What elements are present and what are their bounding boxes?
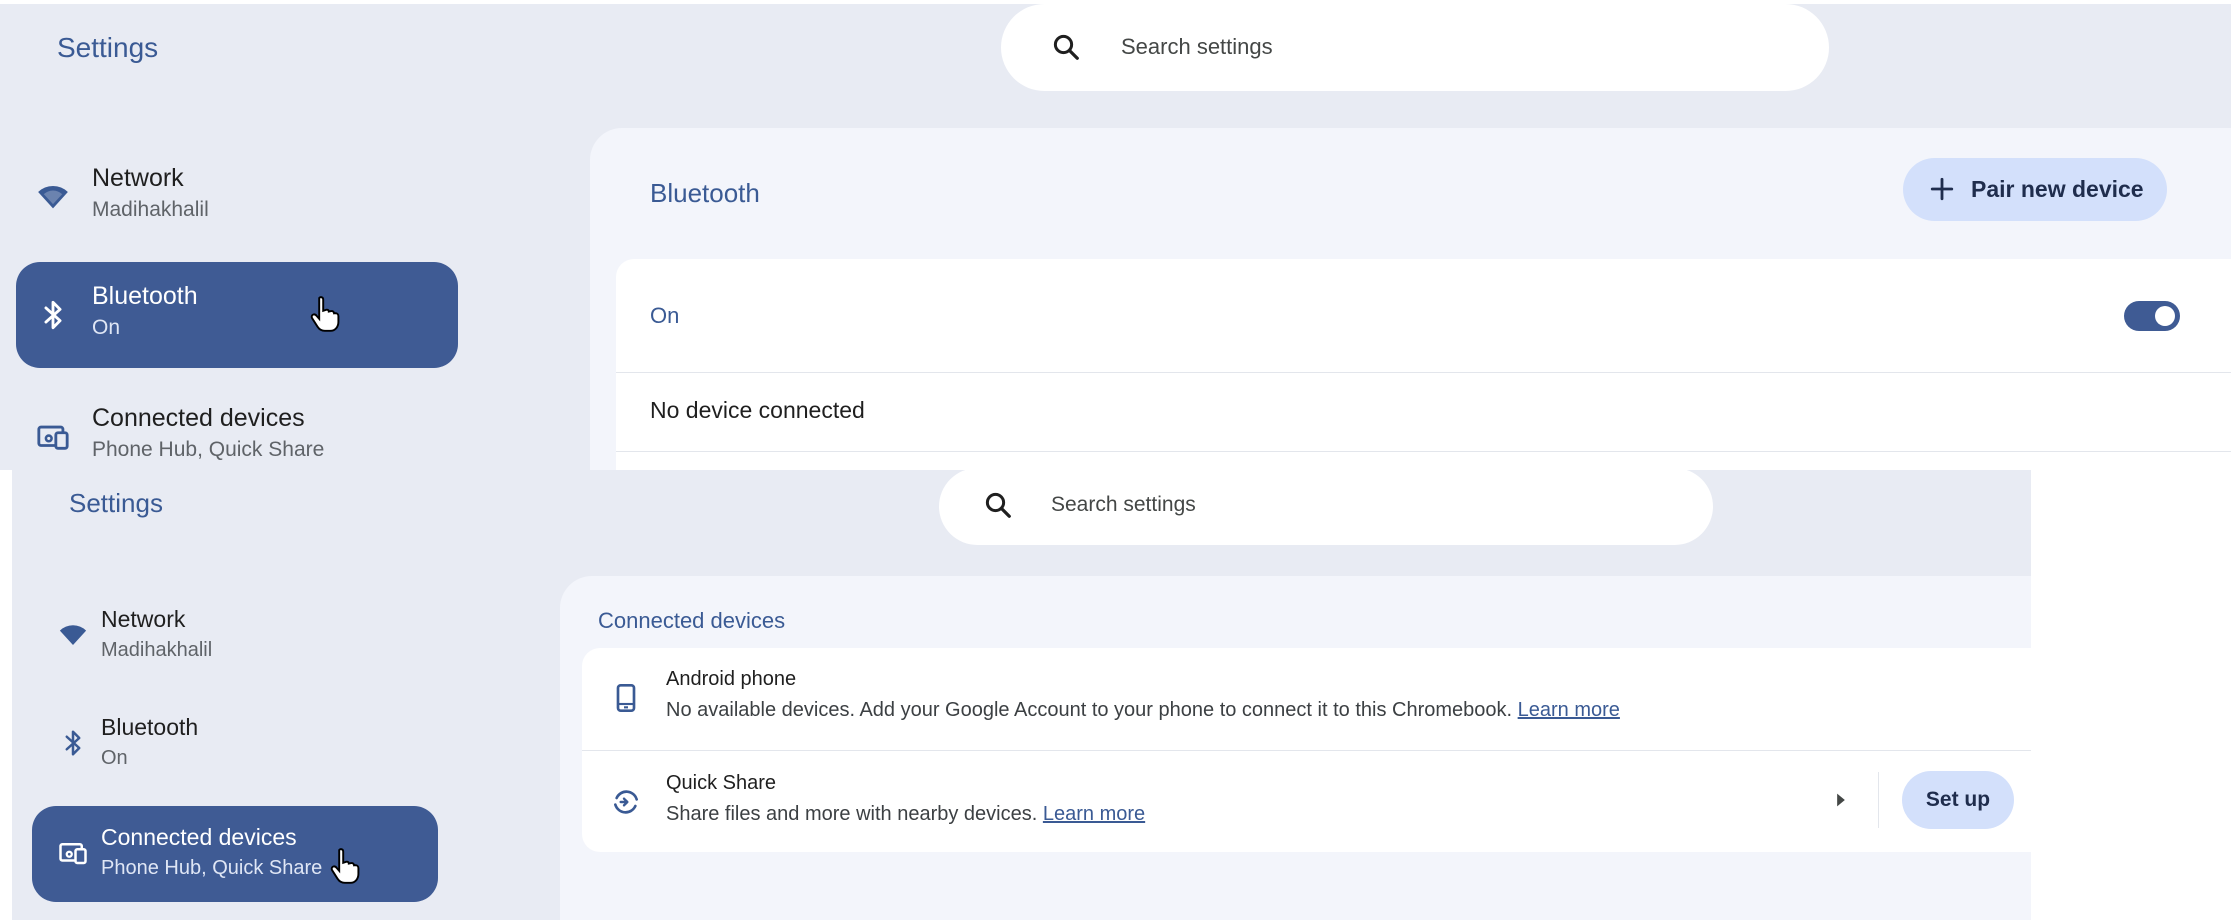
search-icon: [1053, 34, 1079, 60]
sidebar-item-sublabel: On: [92, 316, 121, 339]
sidebar-item-label: Bluetooth: [92, 282, 198, 310]
sidebar-item-label: Bluetooth: [101, 714, 199, 740]
section-title: Bluetooth: [650, 178, 760, 208]
divider: [1878, 772, 1879, 828]
android-phone-description: No available devices. Add your Google Ac…: [666, 699, 1620, 722]
bluetooth-state-label: On: [650, 303, 680, 328]
sidebar-item-connected-devices[interactable]: Connected devices Phone Hub, Quick Share: [32, 806, 438, 902]
pair-new-device-label: Pair new device: [1971, 176, 2144, 202]
plus-icon: [1930, 177, 1954, 201]
sidebar-item-bluetooth[interactable]: Bluetooth On: [32, 696, 438, 792]
search-placeholder: Search settings: [1051, 493, 1196, 516]
sidebar-item-sublabel: Madihakhalil: [101, 639, 213, 661]
sidebar-item-bluetooth[interactable]: Bluetooth On: [16, 262, 458, 368]
android-phone-title: Android phone: [666, 668, 797, 690]
sidebar-item-connected-devices[interactable]: Connected devices Phone Hub, Quick Share: [16, 384, 458, 470]
wifi-icon: [59, 625, 87, 645]
bluetooth-content: Bluetooth Pair new device On No device c…: [590, 128, 2231, 470]
quick-share-row[interactable]: Quick Share Share files and more with ne…: [582, 752, 2031, 854]
search-placeholder: Search settings: [1121, 34, 1273, 59]
quick-share-title: Quick Share: [666, 772, 777, 794]
pair-new-device-button[interactable]: Pair new device: [1903, 158, 2167, 221]
sidebar-item-sublabel: On: [101, 747, 128, 769]
quick-share-icon: [614, 790, 638, 814]
sidebar-item-sublabel: Phone Hub, Quick Share: [92, 438, 325, 461]
bluetooth-card: On No device connected: [616, 259, 2231, 470]
sidebar-item-sublabel: Madihakhalil: [92, 198, 209, 221]
sidebar-item-network[interactable]: Network Madihakhalil: [16, 144, 458, 250]
no-device-text: No device connected: [650, 397, 865, 423]
set-up-button[interactable]: Set up: [1902, 771, 2014, 829]
hand-cursor-icon: [310, 296, 340, 332]
section-title: Connected devices: [598, 608, 786, 633]
wifi-icon: [38, 185, 68, 209]
app-title: Settings: [57, 32, 159, 63]
sidebar-item-label: Network: [101, 606, 186, 632]
divider: [616, 372, 2231, 373]
bluetooth-icon: [44, 300, 62, 330]
bluetooth-settings-screen: Settings Search settings Network Madihak…: [0, 4, 2231, 470]
sidebar-item-label: Connected devices: [101, 824, 297, 850]
quick-share-description: Share files and more with nearby devices…: [666, 803, 1145, 826]
sidebar-item-label: Network: [92, 164, 184, 192]
search-bar[interactable]: Search settings: [1001, 4, 1829, 91]
android-phone-desc-text: No available devices. Add your Google Ac…: [666, 699, 1513, 721]
divider: [616, 451, 2231, 452]
connected-devices-icon: [59, 843, 87, 865]
phone-icon: [616, 684, 636, 712]
bluetooth-toggle[interactable]: [2124, 301, 2180, 331]
connected-devices-icon: [37, 425, 69, 450]
quick-share-learn-more-link[interactable]: Learn more: [1043, 803, 1145, 825]
bluetooth-icon: [65, 730, 81, 756]
divider: [582, 750, 2031, 751]
sidebar-item-label: Connected devices: [92, 404, 305, 432]
android-phone-row[interactable]: Android phone No available devices. Add …: [582, 648, 2031, 750]
toggle-knob: [2155, 306, 2175, 326]
sidebar-item-network[interactable]: Network Madihakhalil: [32, 588, 438, 684]
search-bar[interactable]: Search settings: [939, 470, 1713, 545]
arrow-right-icon[interactable]: [1834, 791, 1848, 809]
connected-devices-card: Android phone No available devices. Add …: [582, 648, 2031, 852]
search-icon: [985, 492, 1011, 518]
quick-share-desc-text: Share files and more with nearby devices…: [666, 803, 1038, 825]
connected-devices-settings-screen: Settings Search settings Network Madihak…: [12, 470, 2031, 920]
sidebar-item-sublabel: Phone Hub, Quick Share: [101, 857, 323, 879]
app-title: Settings: [69, 488, 163, 518]
hand-cursor-icon: [330, 848, 360, 884]
android-learn-more-link[interactable]: Learn more: [1518, 699, 1620, 721]
connected-devices-content: Connected devices Android phone No avail…: [560, 576, 2031, 920]
